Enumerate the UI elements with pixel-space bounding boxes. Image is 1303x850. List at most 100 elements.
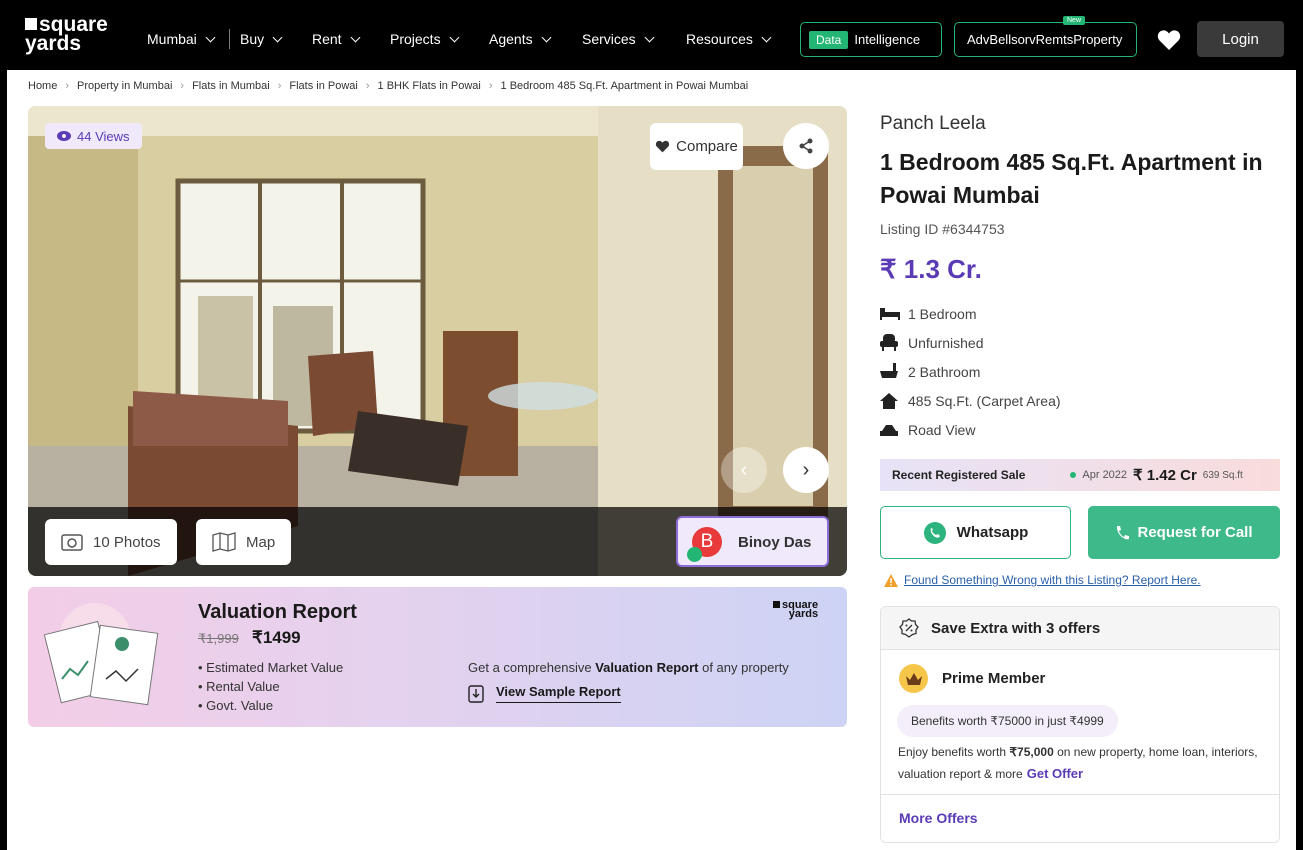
bed-icon (880, 307, 900, 320)
discount-icon (899, 618, 919, 638)
feature-label: 2 Bathroom (908, 363, 981, 380)
nav-rent[interactable]: Rent (312, 31, 361, 47)
intelligence-label: Intelligence (854, 32, 921, 47)
nav-buy[interactable]: Buy (240, 31, 283, 47)
heart-icon[interactable] (1157, 29, 1181, 51)
project-name[interactable]: Panch Leela (880, 113, 986, 135)
login-button[interactable]: Login (1197, 21, 1284, 57)
chevron-right-icon: › (65, 80, 70, 92)
breadcrumb-flats-in-powai[interactable]: Flats in Powai (289, 80, 357, 92)
photo-icon (61, 534, 83, 551)
feature-label: 1 Bedroom (908, 305, 977, 322)
list-item: Estimated Market Value (198, 658, 343, 677)
valuation-old-price: ₹1,999 (198, 631, 239, 646)
previous-photo-button[interactable]: ‹ (721, 447, 767, 493)
recent-sale-label: Recent Registered Sale (892, 468, 1026, 482)
views-badge: 44 Views (45, 123, 142, 149)
nav-projects[interactable]: Projects (390, 31, 460, 47)
agent-button[interactable]: B Binoy Das (676, 516, 829, 567)
property-features: 1 Bedroom Unfurnished 2 Bathroom 485 Sq.… (880, 299, 1061, 444)
breadcrumb-flats-in-mumbai[interactable]: Flats in Mumbai (192, 80, 270, 92)
property-gallery[interactable]: 44 Views Compare ‹ › 10 Photos Map B Bin… (28, 106, 847, 576)
map-button[interactable]: Map (196, 519, 292, 565)
chevron-down-icon (449, 32, 460, 42)
breadcrumb-current: 1 Bedroom 485 Sq.Ft. Apartment in Powai … (500, 80, 749, 92)
data-intelligence-button[interactable]: Data Intelligence (800, 22, 942, 57)
report-listing-link[interactable]: Found Something Wrong with this Listing?… (884, 573, 1201, 587)
offers-header-label: Save Extra with 3 offers (931, 619, 1101, 637)
chevron-down-icon (205, 32, 216, 42)
view-sample-report-link[interactable]: View Sample Report (468, 684, 621, 703)
request-call-label: Request for Call (1137, 524, 1253, 541)
chevron-down-icon (272, 32, 283, 42)
home-icon (880, 392, 898, 409)
valuation-points: Estimated Market Value Rental Value Govt… (198, 658, 343, 715)
nav-agents[interactable]: Agents (489, 31, 552, 47)
feature-bedroom: 1 Bedroom (880, 299, 1061, 328)
feature-view: Road View (880, 415, 1061, 444)
prime-member-label: Prime Member (942, 670, 1046, 687)
chevron-down-icon (644, 32, 655, 42)
breadcrumb-property-in-mumbai[interactable]: Property in Mumbai (77, 80, 172, 92)
whatsapp-button[interactable]: Whatsapp (880, 506, 1071, 559)
top-nav: square yards Mumbai Buy Rent Projects Ag… (7, 7, 1296, 70)
chevron-left-icon: ‹ (740, 458, 748, 481)
valuation-report-banner[interactable]: Valuation Report ₹1,999 ₹1499 Estimated … (28, 587, 847, 727)
armchair-icon (880, 334, 898, 351)
share-button[interactable] (783, 123, 829, 169)
agent-name: Binoy Das (738, 534, 812, 551)
feature-bathroom: 2 Bathroom (880, 357, 1061, 386)
get-offer-link[interactable]: Get Offer (1027, 766, 1083, 781)
post-property-button[interactable]: AdvBellsorvRemtsProperty (954, 22, 1137, 57)
property-price: ₹ 1.3 Cr. (880, 254, 982, 284)
square-yards-logo[interactable]: square yards (25, 14, 125, 54)
valuation-description: Get a comprehensive Valuation Report of … (468, 660, 789, 675)
page-title: 1 Bedroom 485 Sq.Ft. Apartment in Powai … (880, 149, 1263, 208)
whatsapp-icon (923, 521, 946, 544)
phone-icon (1117, 525, 1130, 539)
compare-button[interactable]: Compare (650, 123, 743, 170)
feature-label: 485 Sq.Ft. (Carpet Area) (908, 392, 1061, 409)
next-photo-button[interactable]: › (783, 447, 829, 493)
feature-furnishing: Unfurnished (880, 328, 1061, 357)
chevron-down-icon (350, 32, 361, 42)
breadcrumb-1bhk-flats-in-powai[interactable]: 1 BHK Flats in Powai (378, 80, 481, 92)
more-offers-link[interactable]: More Offers (899, 810, 978, 826)
data-tag: Data (809, 30, 849, 49)
map-label: Map (246, 533, 276, 551)
nav-resources[interactable]: Resources (686, 31, 772, 47)
crown-icon (899, 664, 928, 693)
report-label: Found Something Wrong with this Listing?… (904, 573, 1201, 587)
recent-registered-sale: Recent Registered Sale Apr 2022 ₹ 1.42 C… (880, 459, 1280, 491)
listing-id: Listing ID #6344753 (880, 221, 1005, 237)
photos-label: 10 Photos (93, 533, 161, 551)
chevron-right-icon: › (802, 458, 810, 481)
request-call-button[interactable]: Request for Call (1088, 506, 1280, 559)
photos-button[interactable]: 10 Photos (45, 519, 177, 565)
views-count: 44 Views (77, 128, 130, 144)
eye-icon (57, 131, 71, 141)
report-illustration-icon (43, 603, 159, 706)
breadcrumb-home[interactable]: Home (28, 80, 57, 92)
nav-services[interactable]: Services (582, 31, 655, 47)
page-frame: square yards Mumbai Buy Rent Projects Ag… (0, 0, 1303, 850)
recent-sale-area: 639 Sq.ft (1202, 469, 1243, 481)
list-item: Govt. Value (198, 696, 343, 715)
city-selector[interactable]: Mumbai (147, 31, 216, 47)
square-yards-logo-small: square yards (773, 600, 818, 620)
bathtub-icon (880, 363, 898, 378)
share-icon (799, 138, 813, 154)
city-label: Mumbai (147, 31, 197, 47)
chevron-right-icon: › (488, 80, 493, 92)
chevron-right-icon: › (180, 80, 185, 92)
warning-icon (884, 573, 898, 587)
road-view-icon (880, 424, 898, 436)
chevron-down-icon (761, 32, 772, 42)
feature-area: 485 Sq.Ft. (Carpet Area) (880, 386, 1061, 415)
offer-description: Enjoy benefits worth ₹75,000 on new prop… (898, 745, 1258, 781)
phone-icon (687, 547, 702, 562)
property-photo (28, 106, 847, 576)
benefit-chip: Benefits worth ₹75000 in just ₹4999 (897, 705, 1118, 737)
new-badge: New (1063, 16, 1086, 25)
map-icon (212, 532, 236, 552)
